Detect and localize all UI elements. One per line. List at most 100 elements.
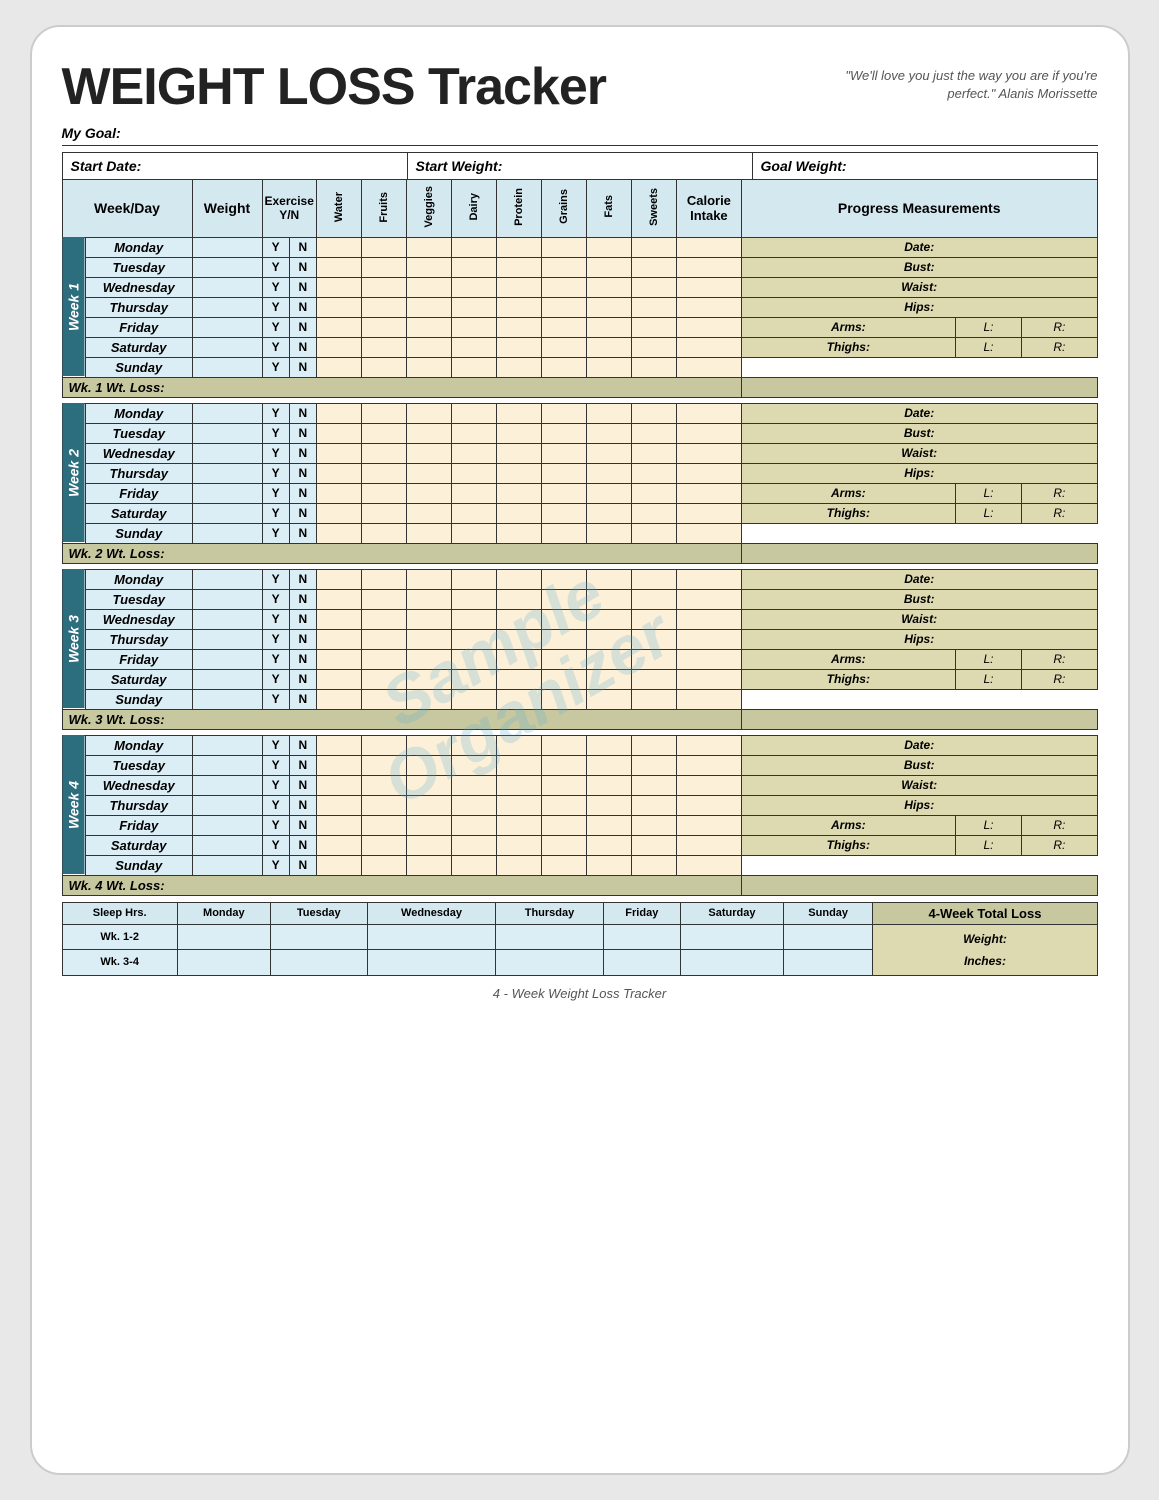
calorie-intake[interactable] [676,795,741,815]
food-fats[interactable] [586,523,631,543]
food-water[interactable] [316,835,361,855]
food-veggies[interactable] [406,483,451,503]
weight-input[interactable] [192,523,262,543]
food-veggies[interactable] [406,589,451,609]
calorie-intake[interactable] [676,669,741,689]
food-veggies[interactable] [406,855,451,875]
exercise-y[interactable]: Y [262,317,289,337]
food-water[interactable] [316,735,361,755]
weight-input[interactable] [192,297,262,317]
calorie-intake[interactable] [676,277,741,297]
food-fruits[interactable] [361,423,406,443]
food-dairy[interactable] [451,403,496,423]
exercise-y[interactable]: Y [262,503,289,523]
food-sweets[interactable] [631,609,676,629]
food-veggies[interactable] [406,403,451,423]
food-fats[interactable] [586,855,631,875]
food-grains[interactable] [541,237,586,257]
exercise-n[interactable]: N [289,629,316,649]
food-veggies[interactable] [406,795,451,815]
food-sweets[interactable] [631,277,676,297]
food-water[interactable] [316,463,361,483]
food-fats[interactable] [586,689,631,709]
food-veggies[interactable] [406,775,451,795]
food-veggies[interactable] [406,649,451,669]
food-dairy[interactable] [451,523,496,543]
calorie-intake[interactable] [676,815,741,835]
food-veggies[interactable] [406,735,451,755]
food-fruits[interactable] [361,337,406,357]
food-protein[interactable] [496,297,541,317]
food-grains[interactable] [541,855,586,875]
food-grains[interactable] [541,755,586,775]
weight-input[interactable] [192,277,262,297]
food-fruits[interactable] [361,503,406,523]
food-protein[interactable] [496,317,541,337]
weight-input[interactable] [192,483,262,503]
food-water[interactable] [316,815,361,835]
food-fruits[interactable] [361,463,406,483]
food-water[interactable] [316,357,361,377]
sleep-cell[interactable] [177,924,270,950]
food-veggies[interactable] [406,443,451,463]
exercise-n[interactable]: N [289,297,316,317]
sleep-cell[interactable] [496,924,603,950]
food-veggies[interactable] [406,257,451,277]
food-grains[interactable] [541,649,586,669]
food-grains[interactable] [541,463,586,483]
food-dairy[interactable] [451,357,496,377]
food-water[interactable] [316,483,361,503]
food-veggies[interactable] [406,317,451,337]
food-dairy[interactable] [451,463,496,483]
food-water[interactable] [316,403,361,423]
food-water[interactable] [316,775,361,795]
food-protein[interactable] [496,257,541,277]
food-water[interactable] [316,609,361,629]
food-sweets[interactable] [631,815,676,835]
food-veggies[interactable] [406,277,451,297]
food-sweets[interactable] [631,775,676,795]
food-protein[interactable] [496,423,541,443]
exercise-y[interactable]: Y [262,463,289,483]
weight-input[interactable] [192,835,262,855]
exercise-n[interactable]: N [289,463,316,483]
food-dairy[interactable] [451,257,496,277]
food-fats[interactable] [586,795,631,815]
calorie-intake[interactable] [676,569,741,589]
food-protein[interactable] [496,815,541,835]
sleep-cell[interactable] [270,924,367,950]
exercise-n[interactable]: N [289,503,316,523]
food-protein[interactable] [496,609,541,629]
food-veggies[interactable] [406,297,451,317]
food-water[interactable] [316,629,361,649]
sleep-cell[interactable] [270,950,367,976]
sleep-cell[interactable] [367,924,495,950]
food-fruits[interactable] [361,523,406,543]
exercise-n[interactable]: N [289,689,316,709]
weight-input[interactable] [192,357,262,377]
food-dairy[interactable] [451,795,496,815]
food-fats[interactable] [586,337,631,357]
food-sweets[interactable] [631,443,676,463]
food-fruits[interactable] [361,317,406,337]
food-protein[interactable] [496,277,541,297]
food-fruits[interactable] [361,855,406,875]
calorie-intake[interactable] [676,297,741,317]
food-grains[interactable] [541,609,586,629]
weight-input[interactable] [192,795,262,815]
sleep-cell[interactable] [783,950,873,976]
food-sweets[interactable] [631,317,676,337]
food-protein[interactable] [496,463,541,483]
food-dairy[interactable] [451,609,496,629]
food-veggies[interactable] [406,337,451,357]
exercise-y[interactable]: Y [262,835,289,855]
food-fruits[interactable] [361,669,406,689]
weight-input[interactable] [192,775,262,795]
exercise-y[interactable]: Y [262,237,289,257]
food-fruits[interactable] [361,735,406,755]
food-veggies[interactable] [406,755,451,775]
food-protein[interactable] [496,855,541,875]
food-water[interactable] [316,669,361,689]
food-dairy[interactable] [451,855,496,875]
food-water[interactable] [316,237,361,257]
